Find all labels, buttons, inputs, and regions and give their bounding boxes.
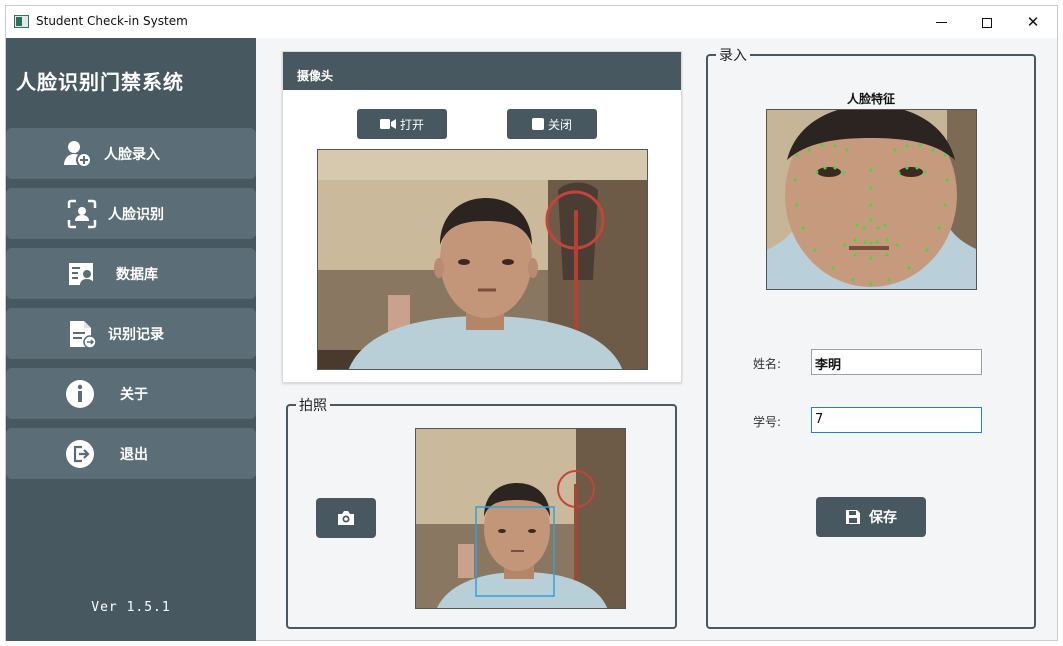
close-camera-label: 关闭 (547, 117, 572, 132)
version-text: Ver 1.5.1 (91, 600, 171, 615)
sidebar-item-about[interactable]: 关于 (6, 368, 256, 419)
save-label: 保存 (869, 510, 897, 526)
open-camera-button[interactable]: 打开 (357, 109, 447, 139)
sidebar-item-label: 关于 (120, 387, 148, 403)
sidebar-item-label: 识别记录 (108, 327, 164, 343)
logout-icon (64, 438, 96, 470)
name-field[interactable]: 李明 (811, 349, 982, 375)
snapshot-group: 拍照 (286, 395, 677, 629)
minimize-button[interactable] (918, 6, 964, 38)
face-feature-label: 人脸特征 (846, 92, 895, 106)
student-id-label: 学号: (753, 415, 782, 429)
app-window: Student Check-in System ✕ 人脸识别门禁系统 人脸录入 … (5, 5, 1058, 641)
face-feature-image (766, 109, 977, 290)
save-button[interactable]: 保存 (816, 497, 926, 537)
camera-icon (338, 511, 354, 525)
sidebar-item-records[interactable]: 识别记录 (6, 308, 256, 359)
system-title: 人脸识别门禁系统 (16, 70, 184, 94)
enroll-group: 录入 人脸特征 姓名: 李明 学号: 7 保存 (706, 45, 1036, 629)
open-camera-label: 打开 (399, 117, 424, 132)
face-scan-icon (66, 198, 98, 230)
sidebar-item-database[interactable]: 数据库 (6, 248, 256, 299)
database-card-icon (66, 258, 98, 290)
camera-panel: 摄像头 打开 关闭 (282, 51, 682, 383)
sidebar-item-face-enroll[interactable]: 人脸录入 (6, 128, 256, 179)
info-icon (64, 378, 96, 410)
sidebar-item-face-recognize[interactable]: 人脸识别 (6, 188, 256, 239)
snapshot-image (415, 428, 626, 609)
sidebar-item-label: 人脸识别 (108, 207, 164, 223)
close-window-button[interactable]: ✕ (1010, 6, 1056, 38)
student-id-field[interactable]: 7 (811, 407, 982, 433)
enroll-title: 录入 (716, 45, 750, 65)
sidebar-item-label: 人脸录入 (104, 147, 160, 163)
camera-feed (317, 149, 648, 370)
app-icon (14, 15, 29, 28)
take-photo-button[interactable] (316, 498, 376, 538)
name-label: 姓名: (753, 357, 782, 371)
sidebar-item-label: 数据库 (116, 267, 158, 283)
maximize-icon (982, 17, 992, 28)
window-title: Student Check-in System (36, 14, 188, 28)
snapshot-title: 拍照 (296, 395, 330, 415)
video-camera-icon (379, 119, 396, 129)
sidebar-item-label: 退出 (120, 447, 148, 463)
minimize-icon (935, 22, 947, 23)
camera-title: 摄像头 (297, 69, 334, 83)
close-icon: ✕ (1026, 13, 1040, 31)
title-bar: Student Check-in System ✕ (6, 6, 1057, 38)
camera-header: 摄像头 (283, 52, 681, 90)
record-file-icon (66, 318, 98, 350)
floppy-disk-icon (846, 510, 860, 524)
maximize-button[interactable] (964, 6, 1010, 38)
sidebar-item-exit[interactable]: 退出 (6, 428, 256, 479)
sidebar: 人脸识别门禁系统 人脸录入 人脸识别 数据库 识别记录 关于 退出 Ver 1.… (6, 38, 256, 641)
user-add-icon (62, 138, 94, 170)
stop-icon (531, 118, 544, 130)
close-camera-button[interactable]: 关闭 (507, 109, 597, 139)
